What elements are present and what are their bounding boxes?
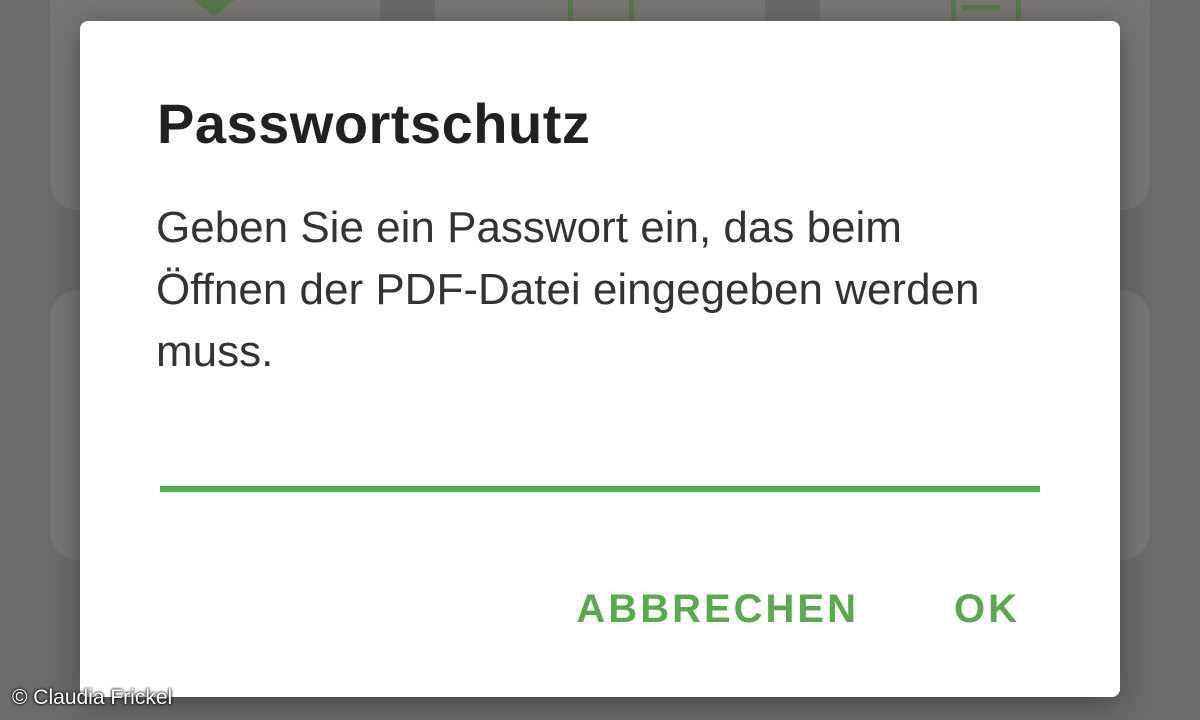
dialog-title: Passwortschutz: [157, 92, 591, 155]
dialog-message: Geben Sie ein Passwort ein, das beim Öff…: [156, 203, 980, 376]
password-protection-dialog: Passwortschutz Geben Sie ein Passwort ei…: [80, 21, 1120, 697]
password-input[interactable]: [160, 426, 1040, 492]
ok-button[interactable]: OK: [954, 587, 1020, 632]
cancel-button[interactable]: ABBRECHEN: [576, 587, 859, 632]
dialog-actions: ABBRECHEN OK: [576, 587, 1020, 632]
mail-icon: [183, 0, 245, 23]
image-credit: © Claudia Frickel: [12, 686, 173, 709]
